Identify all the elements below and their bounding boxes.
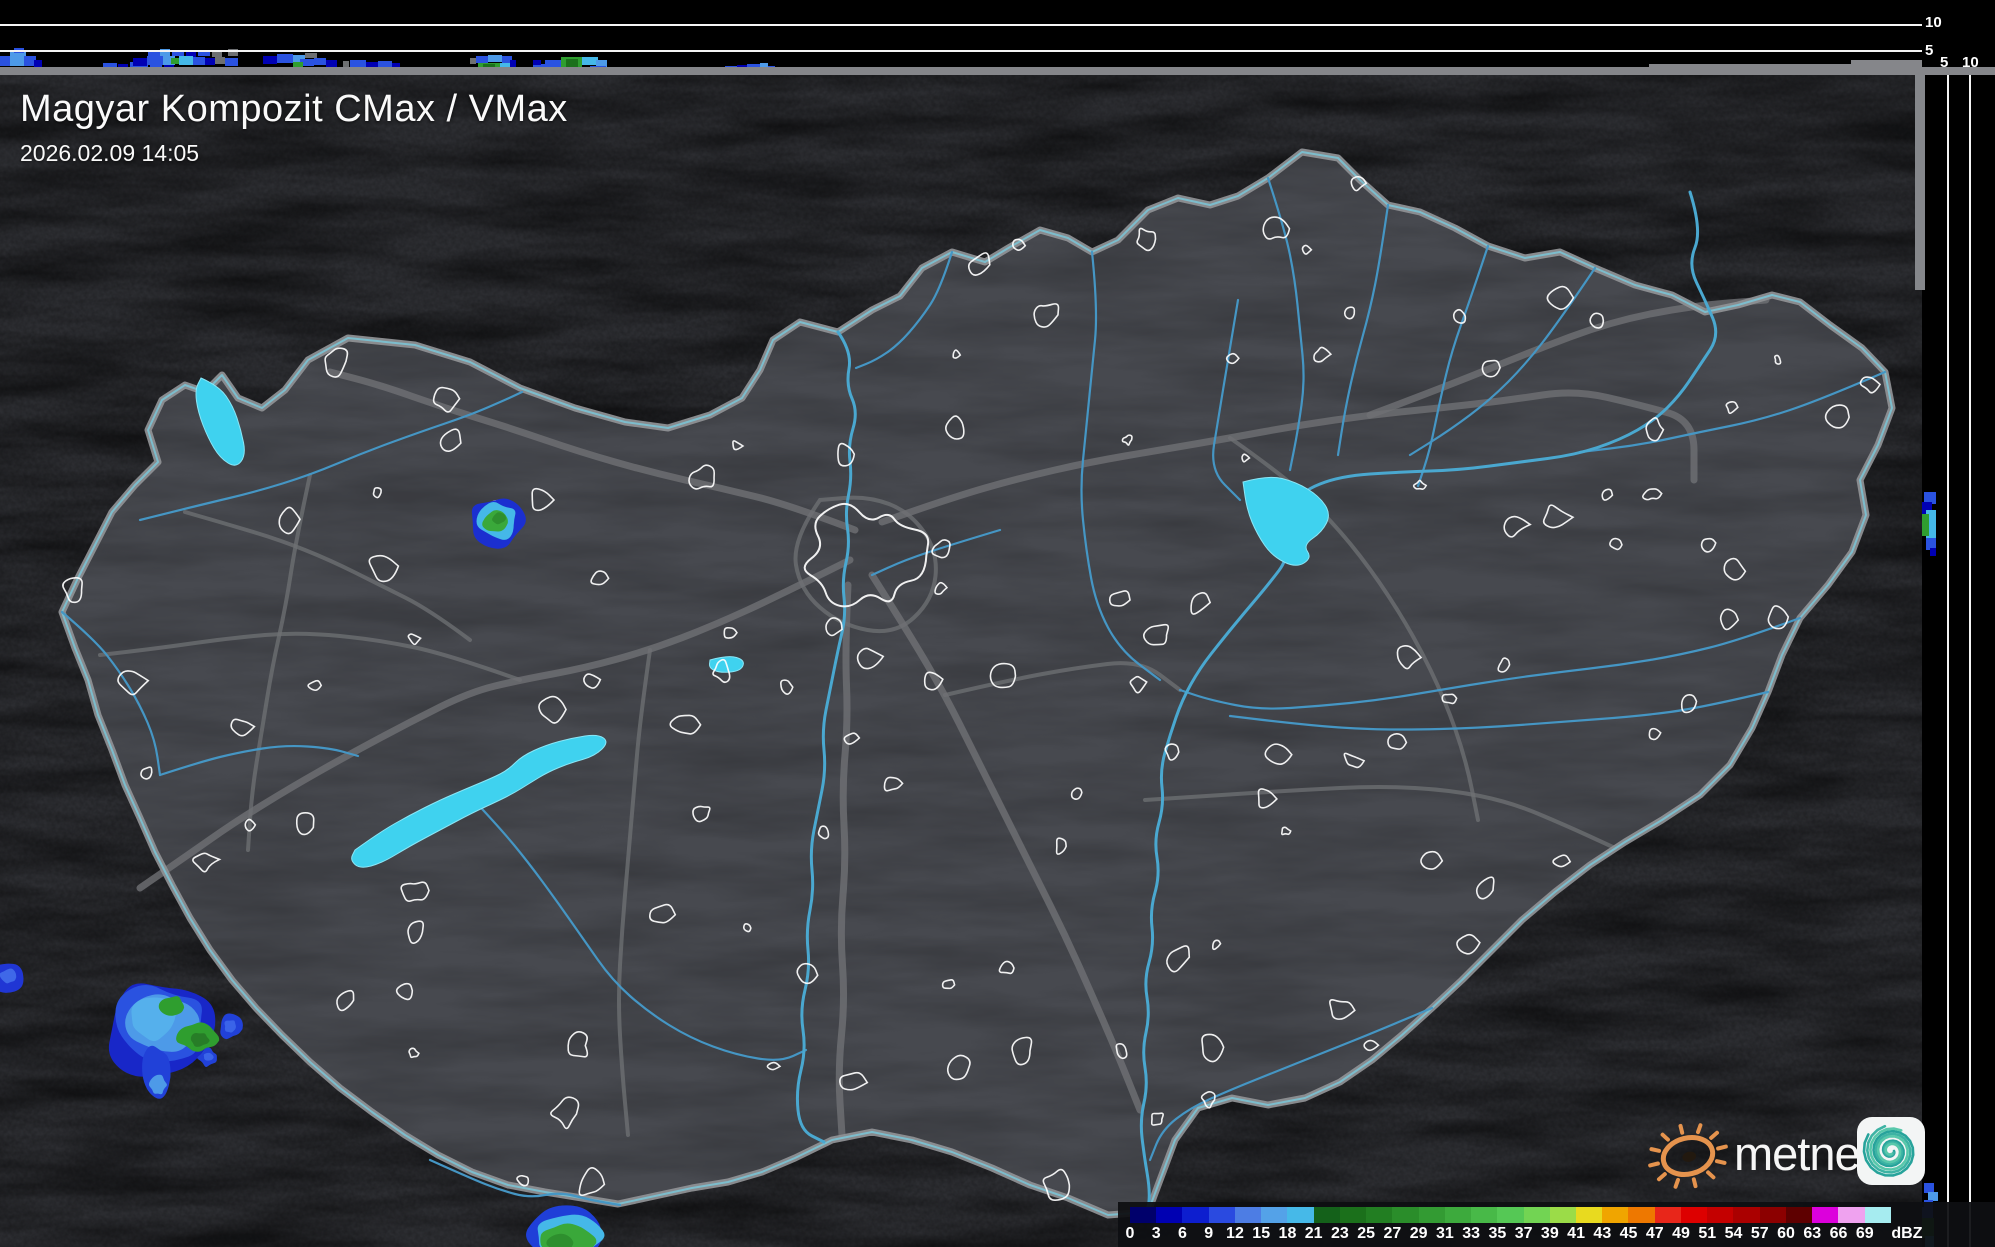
- radar-map: [0, 75, 1922, 1247]
- legend-tick-label: 49: [1672, 1225, 1690, 1242]
- legend-tick-label: 54: [1724, 1225, 1743, 1242]
- sun-icon: [1648, 1123, 1728, 1189]
- legend-swatch: [1733, 1207, 1760, 1223]
- title-block: Magyar Kompozit CMax / VMax 2026.02.09 1…: [20, 88, 568, 167]
- legend-tick-label: 9: [1204, 1225, 1214, 1242]
- page-title: Magyar Kompozit CMax / VMax: [20, 88, 568, 130]
- legend-swatch: [1392, 1207, 1419, 1223]
- map-edge-bar: [1915, 75, 1925, 290]
- legend-swatch: [1444, 1207, 1472, 1223]
- legend-tick-label: 33: [1462, 1225, 1481, 1242]
- vmax-right-echoes: [1922, 492, 1938, 1247]
- legend-swatch: [1523, 1207, 1550, 1223]
- logo-text: metnet: [1734, 1127, 1873, 1180]
- legend-tick-label: 21: [1304, 1225, 1323, 1242]
- legend-unit-label: dBZ: [1891, 1225, 1923, 1242]
- legend-swatch: [1471, 1207, 1498, 1223]
- vmax-top-echoes: [0, 48, 775, 72]
- legend-swatch: [1366, 1207, 1393, 1223]
- metnet-logo: metnet: [1648, 1112, 1928, 1204]
- legend-tick-label: 41: [1567, 1225, 1585, 1242]
- legend-tick-label: 39: [1540, 1225, 1559, 1242]
- legend-tick-label: 31: [1435, 1225, 1454, 1242]
- legend-tick-label: 37: [1514, 1225, 1533, 1242]
- top-panel-5km-line: [0, 50, 1922, 52]
- legend-tick-label: 12: [1226, 1225, 1244, 1242]
- legend-swatch: [1838, 1207, 1865, 1223]
- legend-swatch: [1234, 1207, 1262, 1223]
- legend-tick-label: 47: [1645, 1225, 1664, 1242]
- radar-viewport: 10 5 5 10 Magyar Kompozit CMax / VMax 20…: [0, 0, 1995, 1247]
- legend-tick-label: 43: [1593, 1225, 1612, 1242]
- legend-swatch: [1759, 1207, 1786, 1223]
- legend-colorbar: [1130, 1207, 1891, 1223]
- legend-tick-label: 0: [1125, 1225, 1135, 1242]
- legend-tick-label: 35: [1488, 1225, 1507, 1242]
- legend-swatch: [1785, 1207, 1813, 1223]
- spiral-app-icon: [1857, 1117, 1925, 1185]
- top-panel-10km-line: [0, 24, 1922, 26]
- legend-swatch: [1812, 1207, 1839, 1223]
- legend-swatch: [1339, 1207, 1367, 1223]
- legend-tick-label: 51: [1698, 1225, 1717, 1242]
- vmax-right-panel: 10 5 5 10: [1922, 0, 1995, 1247]
- vmax-top-panel: [0, 0, 1922, 75]
- legend-tick-label: 23: [1331, 1225, 1349, 1242]
- legend-tick-label: 18: [1278, 1225, 1297, 1242]
- legend-swatch: [1287, 1207, 1314, 1223]
- legend-swatch: [1497, 1207, 1524, 1223]
- legend-tick-label: 45: [1619, 1225, 1638, 1242]
- legend-swatch: [1707, 1207, 1734, 1223]
- timestamp: 2026.02.09 14:05: [20, 140, 200, 166]
- panel-divider-chunk: [1851, 60, 1922, 75]
- legend-tick-label: 63: [1803, 1225, 1822, 1242]
- legend-tick-label: 27: [1383, 1225, 1402, 1242]
- legend-swatch: [1549, 1207, 1576, 1223]
- legend-swatch: [1575, 1207, 1603, 1223]
- legend-tick-label: 29: [1409, 1225, 1428, 1242]
- legend-tick-label: 6: [1178, 1225, 1187, 1242]
- legend-swatch: [1130, 1207, 1157, 1223]
- legend-swatch: [1680, 1207, 1708, 1223]
- legend-tick-label: 60: [1777, 1225, 1795, 1242]
- legend-tick-label: 66: [1829, 1225, 1848, 1242]
- legend-swatch: [1602, 1207, 1629, 1223]
- legend-swatch: [1418, 1207, 1445, 1223]
- legend-tick-label: 25: [1357, 1225, 1376, 1242]
- legend-swatch: [1864, 1207, 1891, 1223]
- legend-swatch: [1261, 1207, 1288, 1223]
- panel-divider-chunk: [1649, 64, 1851, 75]
- legend-swatch: [1628, 1207, 1655, 1223]
- legend-tick-label: 15: [1252, 1225, 1271, 1242]
- legend-tick-label: 57: [1750, 1225, 1769, 1242]
- legend-tick-label: 3: [1151, 1225, 1161, 1242]
- dbz-legend: 0 3 6 9 12 15 18 21 23 25 27 29 31 33 35 37 39 41 43 45 47 49…: [1118, 1202, 1995, 1247]
- legend-swatch: [1182, 1207, 1209, 1223]
- legend-swatch: [1654, 1207, 1681, 1223]
- legend-swatch: [1208, 1207, 1235, 1223]
- legend-tick-label: 69: [1855, 1225, 1874, 1242]
- legend-swatch: [1313, 1207, 1340, 1223]
- legend-swatch: [1156, 1207, 1183, 1223]
